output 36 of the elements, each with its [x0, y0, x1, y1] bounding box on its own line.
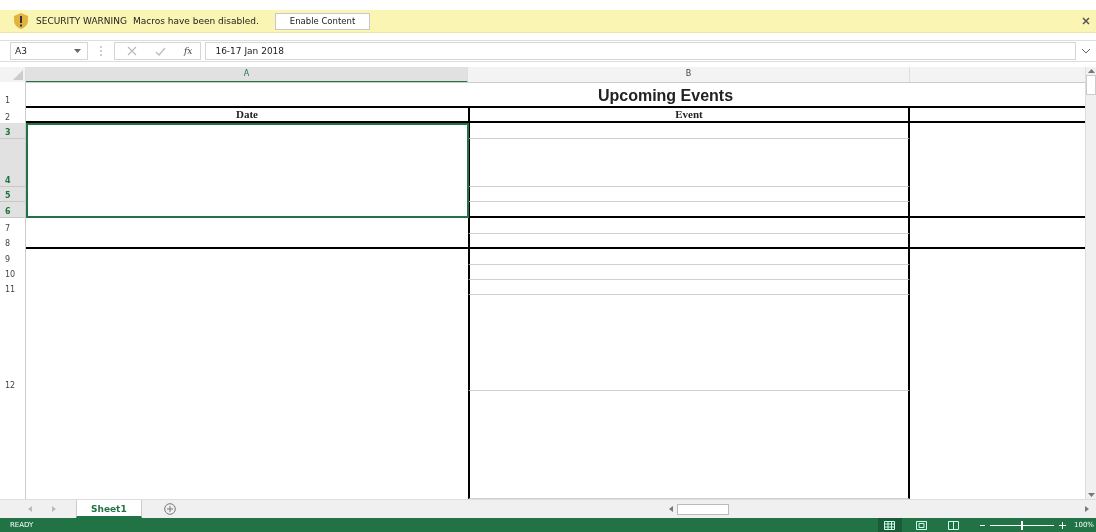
- caret-icon: [74, 49, 81, 53]
- row-header[interactable]: 3: [0, 123, 26, 139]
- normal-view-button[interactable]: [878, 518, 902, 532]
- column-header[interactable]: A: [26, 67, 468, 83]
- vertical-scrollbar[interactable]: [1085, 67, 1096, 499]
- close-icon[interactable]: [1082, 17, 1090, 25]
- header-cell: Event: [468, 106, 910, 123]
- sheet-tab[interactable]: Sheet1: [76, 500, 142, 518]
- warning-shield-icon: [14, 13, 28, 29]
- add-sheet-icon[interactable]: [163, 503, 176, 515]
- expand-icon[interactable]: [1082, 48, 1090, 54]
- page-icon: [916, 520, 928, 530]
- grid-icon: [884, 520, 896, 530]
- row-header[interactable]: 6: [0, 202, 26, 218]
- row-header[interactable]: 5: [0, 187, 26, 202]
- scroll-thumb[interactable]: [1086, 75, 1096, 95]
- row-header[interactable]: 4: [0, 139, 26, 187]
- enable-content-button[interactable]: Enable Content: [274, 12, 371, 30]
- scroll-down-icon[interactable]: [1087, 493, 1095, 497]
- zoom-in-icon[interactable]: [1059, 521, 1066, 529]
- name-box[interactable]: A3: [10, 42, 88, 60]
- insert-function-button[interactable]: fx: [184, 46, 193, 56]
- scroll-up-icon[interactable]: [1087, 69, 1095, 73]
- formula-field[interactable]: 16-17 Jan 2018: [205, 42, 1076, 60]
- column-header[interactable]: B: [468, 67, 910, 83]
- split-page-icon: [948, 520, 960, 530]
- check-icon[interactable]: [155, 46, 166, 56]
- header-cell: Date: [26, 106, 468, 123]
- selected-cell[interactable]: [26, 123, 469, 218]
- warning-title: SECURITY WARNING: [36, 16, 127, 26]
- scroll-left-icon[interactable]: [669, 506, 673, 512]
- scroll-right-icon[interactable]: [1085, 506, 1089, 512]
- title-cell: Upcoming Events: [26, 82, 1085, 106]
- row-header[interactable]: 1: [0, 82, 26, 106]
- scroll-thumb[interactable]: [677, 503, 729, 515]
- warning-message: Macros have been disabled.: [132, 16, 259, 26]
